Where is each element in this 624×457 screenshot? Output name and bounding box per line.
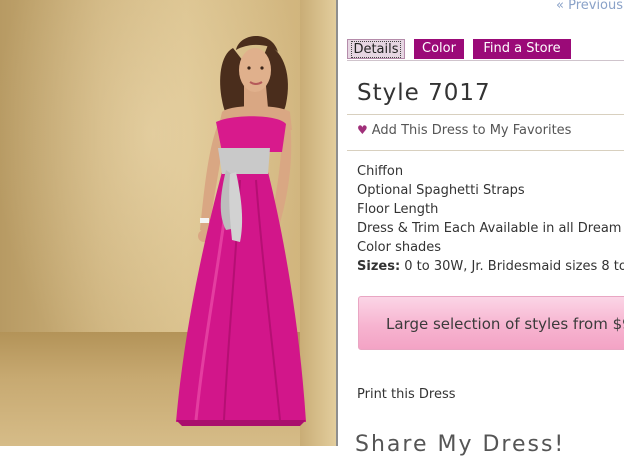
sizes-line: Sizes: 0 to 30W, Jr. Bridesmaid sizes 8 … — [357, 257, 624, 276]
tab-color-label: Color — [422, 41, 456, 56]
detail-line: Chiffon — [357, 164, 404, 179]
model-illustration — [176, 36, 306, 426]
product-details: Chiffon Optional Spaghetti Straps Floor … — [357, 162, 624, 276]
tab-find-a-store-label: Find a Store — [483, 41, 561, 56]
tab-color[interactable]: Color — [414, 39, 464, 59]
detail-line: Floor Length — [357, 202, 439, 217]
share-heading: Share My Dress! — [355, 432, 566, 457]
photo-divider — [336, 0, 338, 446]
divider — [347, 114, 624, 115]
product-photo — [0, 0, 338, 446]
previous-link[interactable]: « Previous — [556, 0, 623, 13]
promo-banner-text: Large selection of styles from $9 — [386, 315, 624, 333]
favorites-label: Add This Dress to My Favorites — [371, 123, 572, 138]
tab-find-a-store[interactable]: Find a Store — [473, 39, 571, 59]
divider — [347, 150, 624, 151]
add-to-favorites-link[interactable]: ♥ Add This Dress to My Favorites — [357, 123, 571, 138]
detail-line: Dress & Trim Each Available in all Dream — [357, 221, 622, 236]
detail-line: Color shades — [357, 240, 442, 255]
sizes-label: Sizes: — [357, 259, 401, 274]
print-dress-link[interactable]: Print this Dress — [357, 387, 456, 402]
promo-banner[interactable]: Large selection of styles from $9 — [358, 296, 624, 350]
sizes-value: 0 to 30W, Jr. Bridesmaid sizes 8 to — [400, 259, 624, 274]
tab-details[interactable]: Details — [347, 39, 405, 59]
detail-line: Optional Spaghetti Straps — [357, 183, 525, 198]
page-title: Style 7017 — [357, 80, 491, 106]
tabs-underline — [347, 60, 624, 61]
tab-details-label: Details — [351, 41, 401, 58]
heart-icon: ♥ — [357, 123, 368, 137]
